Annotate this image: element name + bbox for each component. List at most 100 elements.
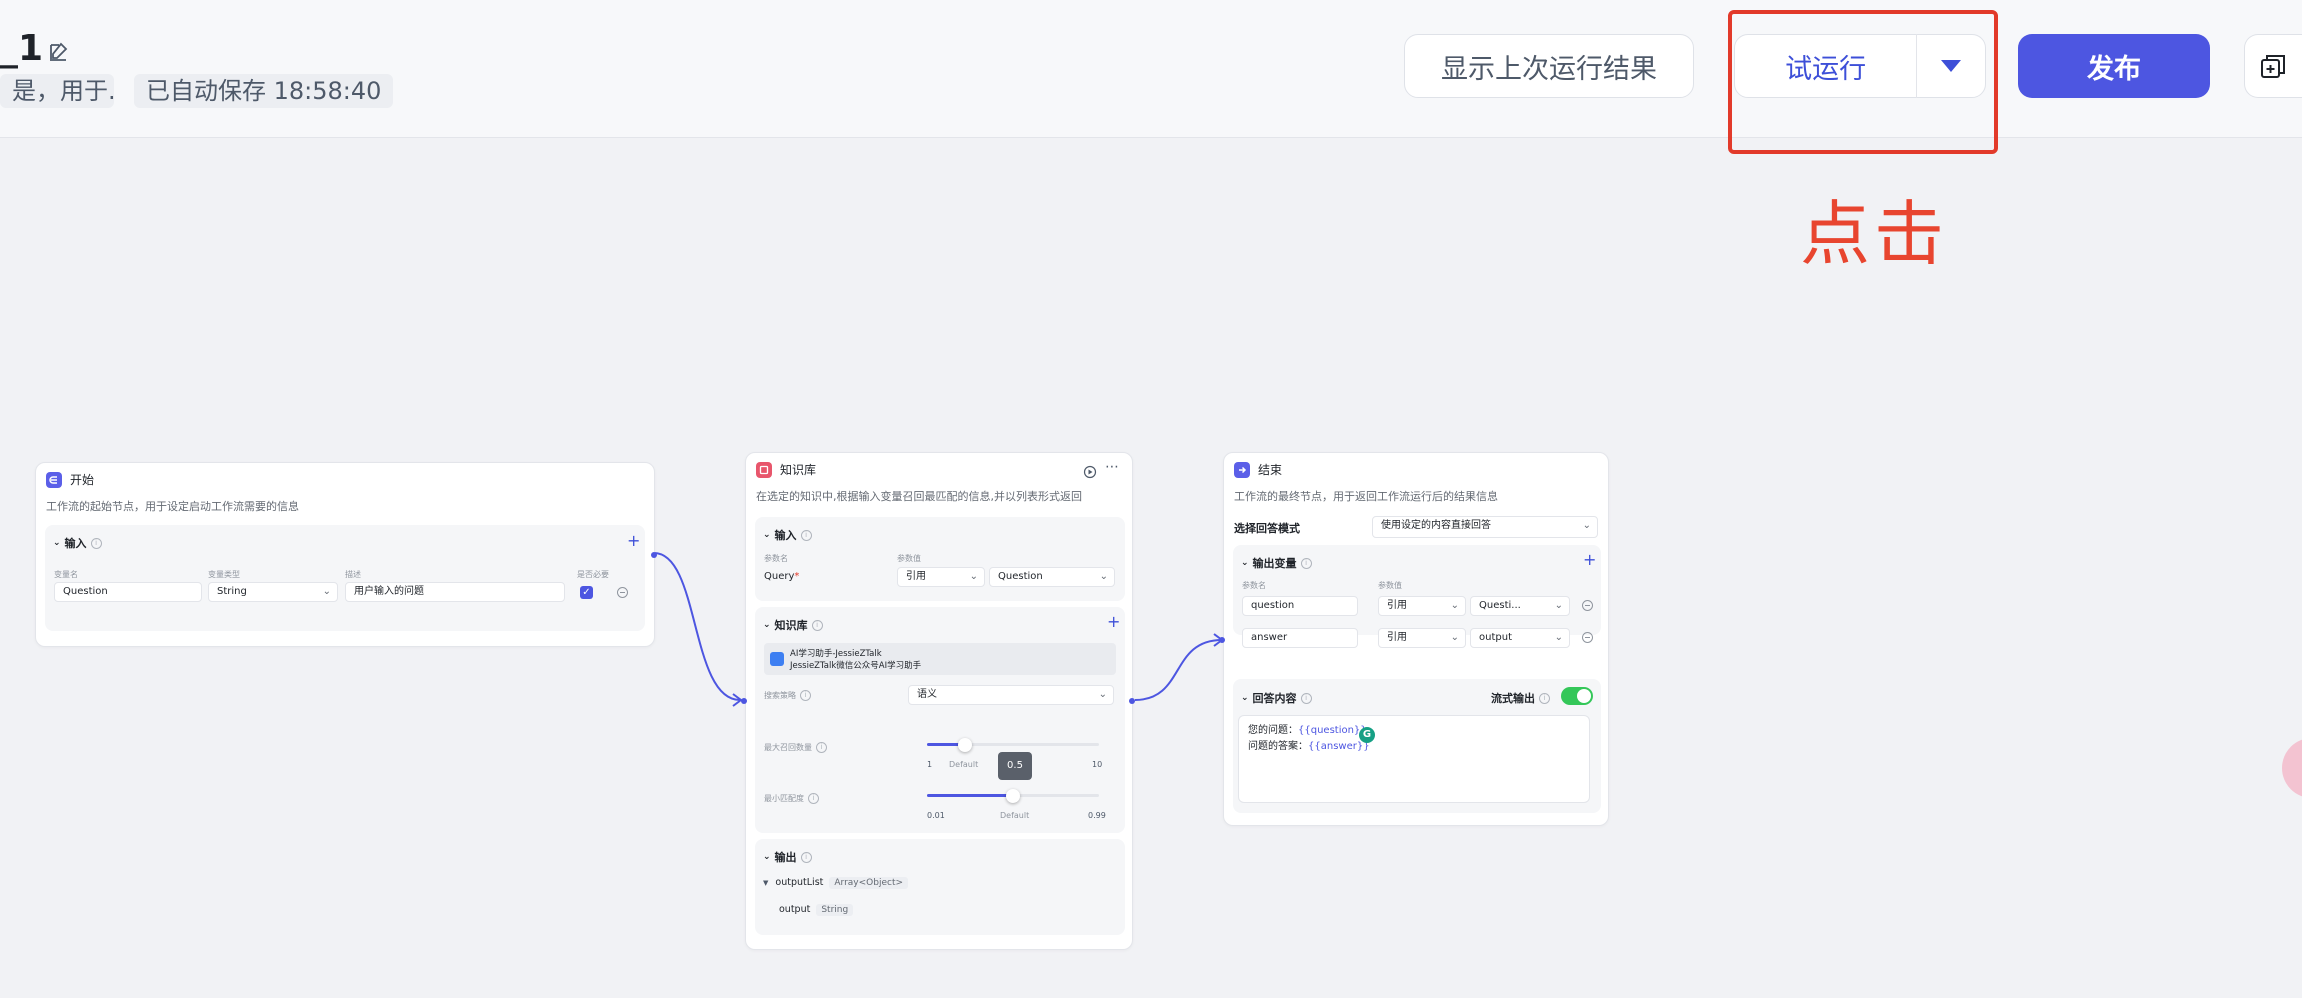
max-recall-max: 10 (1092, 760, 1103, 769)
kb-output-panel: ⌄ 输出 i ▼ outputList Array<Object> output S… (755, 839, 1125, 935)
col-param-value: 参数值 (1378, 581, 1402, 590)
end-output-section-title[interactable]: ⌄ 输出变量 i (1241, 555, 1312, 571)
var-desc-input[interactable]: 用户输入的问题 (345, 582, 565, 602)
kb-input-section-title[interactable]: ⌄ 输入 i (763, 527, 812, 543)
query-value-select[interactable]: Question ⌄ (989, 567, 1115, 587)
remove-output-variable-icon[interactable] (1582, 632, 1593, 643)
start-output-port[interactable] (651, 552, 657, 558)
knowledge-node[interactable]: 知识库 ⋯ 在选定的知识中,根据输入变量召回最匹配的信息,并以列表形式返回 ⌄ … (741, 452, 1135, 950)
max-recall-min: 1 (927, 760, 933, 769)
chevron-down-icon: ⌄ (53, 538, 61, 548)
min-match-slider-fill (927, 794, 1013, 797)
add-knowledge-icon[interactable]: + (1107, 614, 1120, 630)
var-type-select[interactable]: String ⌄ (208, 582, 338, 602)
query-ref-select[interactable]: 引用 ⌄ (897, 567, 985, 587)
col-param-name: 参数名 (764, 554, 788, 563)
answer-content-editor[interactable]: 您的问题：{{question}} 问题的答案：{{answer}} G (1238, 715, 1590, 803)
kb-section-title[interactable]: ⌄ 知识库 i (763, 617, 823, 633)
kb-output-port[interactable] (1129, 698, 1135, 704)
query-label: Query* (764, 571, 800, 582)
end-input-port[interactable] (1219, 637, 1225, 643)
kb-node-description: 在选定的知识中,根据输入变量召回最匹配的信息,并以列表形式返回 (756, 490, 1082, 503)
info-icon: i (1300, 557, 1312, 569)
start-node-title: 开始 (70, 473, 95, 487)
output-list-type-tag: Array<Object> (829, 877, 909, 889)
chevron-down-icon: ⌄ (1582, 520, 1591, 531)
end-node[interactable]: 结束 工作流的最终节点，用于返回工作流运行后的结果信息 选择回答模式 使用设定的… (1219, 452, 1609, 826)
info-icon: i (1539, 692, 1550, 704)
chevron-down-icon: ⌄ (1241, 558, 1249, 568)
min-match-tooltip: 0.5 (998, 752, 1032, 780)
search-strategy-select[interactable]: 语义 ⌄ (908, 685, 1114, 705)
stream-output-label: 流式输出 i (1491, 690, 1550, 706)
chevron-down-icon: ⌄ (322, 586, 331, 597)
output-var-ref-select[interactable]: 引用 ⌄ (1378, 628, 1466, 648)
knowledge-item-icon (770, 652, 784, 666)
output-var-ref-select[interactable]: 引用 ⌄ (1378, 596, 1466, 616)
chevron-down-icon: ⌄ (1241, 693, 1249, 703)
output-var-name-input[interactable]: answer (1242, 628, 1358, 648)
kb-input-port[interactable] (741, 698, 747, 704)
run-node-icon[interactable] (1083, 465, 1097, 479)
add-output-variable-icon[interactable]: + (1583, 552, 1596, 568)
chevron-down-icon: ⌄ (763, 530, 771, 540)
info-icon: i (816, 742, 827, 753)
min-match-slider-knob[interactable] (1006, 789, 1020, 803)
stream-output-toggle[interactable] (1561, 687, 1593, 705)
required-checkbox[interactable]: ✓ (580, 586, 593, 599)
info-icon: i (800, 851, 812, 863)
chevron-down-icon: ⌄ (1450, 600, 1459, 611)
end-node-title: 结束 (1258, 463, 1283, 477)
kb-output-section-title[interactable]: ⌄ 输出 i (763, 849, 812, 865)
info-icon: i (808, 793, 819, 804)
start-input-section-title[interactable]: ⌄ 输入 i (53, 535, 102, 551)
answer-content-section-title[interactable]: ⌄ 回答内容 i (1241, 690, 1312, 706)
start-node-description: 工作流的起始节点，用于设定启动工作流需要的信息 (46, 500, 299, 513)
chevron-down-icon: ⌄ (1098, 689, 1107, 700)
more-options-icon[interactable]: ⋯ (1105, 459, 1119, 475)
kb-node-icon (756, 461, 772, 478)
output-var-value-select[interactable]: output ⌄ (1470, 628, 1570, 648)
kb-node-title: 知识库 (780, 463, 817, 477)
answer-mode-label: 选择回答模式 (1234, 522, 1300, 535)
add-input-icon[interactable]: + (627, 533, 640, 549)
kb-input-panel: ⌄ 输入 i 参数名 参数值 Query* 引用 ⌄ Question ⌄ (755, 517, 1125, 601)
knowledge-item-name: AI学习助手-JessieZTalk (790, 649, 882, 659)
output-var-value-select[interactable]: Questi... ⌄ (1470, 596, 1570, 616)
answer-mode-select[interactable]: 使用设定的内容直接回答 ⌄ (1372, 516, 1598, 538)
chevron-down-icon: ⌄ (763, 852, 771, 862)
remove-output-variable-icon[interactable] (1582, 600, 1593, 611)
max-recall-default: Default (949, 760, 979, 769)
min-match-label: 最小匹配度 i (764, 793, 819, 804)
max-recall-slider-knob[interactable] (958, 738, 972, 752)
knowledge-item-desc: JessieZTalk微信公众号AI学习助手 (790, 661, 922, 671)
info-icon: i (90, 537, 102, 549)
chevron-down-icon: ⌄ (1450, 632, 1459, 643)
end-node-header: 结束 (1234, 461, 1282, 478)
knowledge-item[interactable]: AI学习助手-JessieZTalk JessieZTalk微信公众号AI学习助… (764, 643, 1116, 675)
remove-input-icon[interactable] (617, 587, 628, 598)
min-match-default: Default (1000, 811, 1030, 820)
chevron-down-icon: ⌄ (1554, 600, 1563, 611)
col-var-type: 变量类型 (208, 570, 240, 579)
end-answer-panel: ⌄ 回答内容 i 流式输出 i 您的问题：{{question}} 问题的答案：… (1233, 679, 1601, 813)
var-name-input[interactable]: Question (54, 582, 202, 602)
output-var-name-input[interactable]: question (1242, 596, 1358, 616)
grammarly-icon[interactable]: G (1359, 727, 1375, 743)
info-icon: i (1300, 692, 1312, 704)
connector-start-kb (653, 552, 741, 701)
end-node-icon (1234, 461, 1250, 478)
answer-line-1: 您的问题：{{question}} (1248, 725, 1367, 736)
chevron-down-icon: ⌄ (1099, 571, 1108, 582)
answer-line-2: 问题的答案：{{answer}} (1248, 741, 1370, 752)
chevron-down-icon: ⌄ (763, 620, 771, 630)
start-input-panel: ⌄ 输入 i + 变量名 变量类型 描述 是否必要 Question Strin… (45, 525, 645, 631)
col-param-value: 参数值 (897, 554, 921, 563)
min-match-max: 0.99 (1088, 811, 1106, 820)
output-item-type-tag: String (816, 904, 854, 916)
start-node-header: 开始 (46, 471, 94, 488)
start-node[interactable]: 开始 工作流的起始节点，用于设定启动工作流需要的信息 ⌄ 输入 i + 变量名 … (35, 462, 657, 647)
min-match-min: 0.01 (927, 811, 945, 820)
info-icon: i (811, 619, 823, 631)
connector-kb-end (1134, 639, 1223, 701)
